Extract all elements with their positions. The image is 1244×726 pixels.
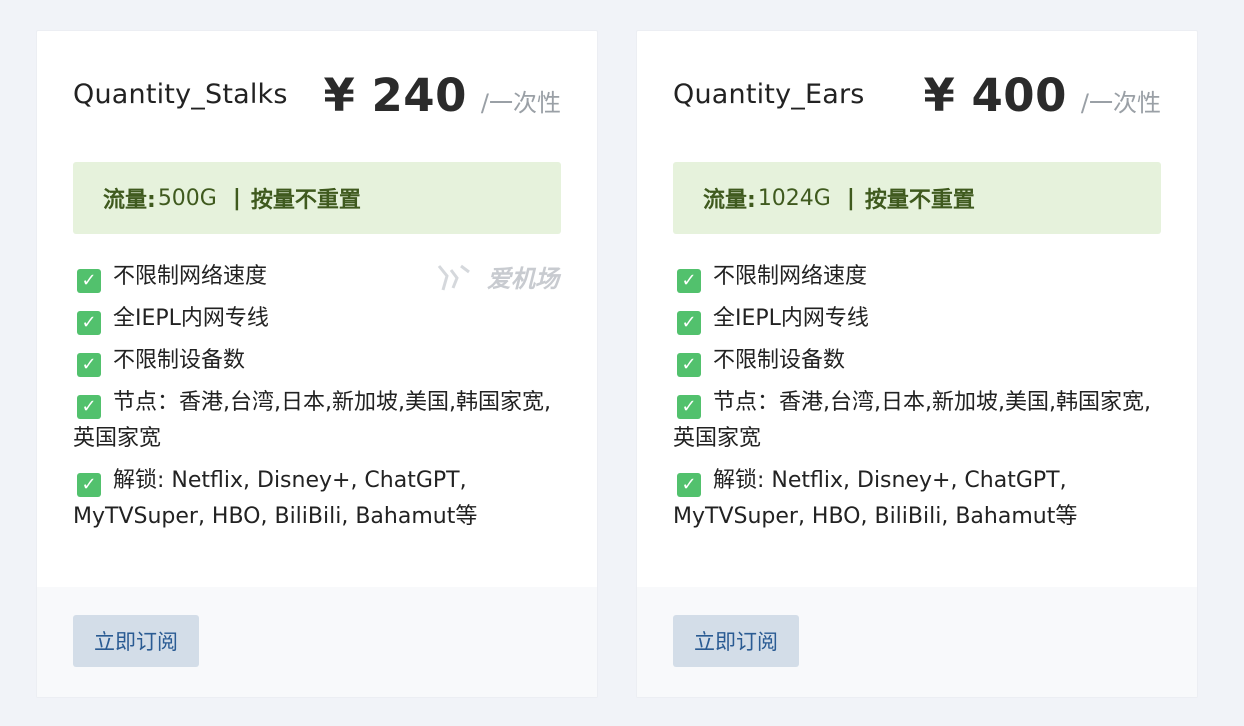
- plan-card-body: Quantity_Ears ¥ 400 /一次性 流量: 1024G | 按量不…: [637, 31, 1197, 589]
- price-block: ¥ 240 /一次性: [323, 69, 561, 122]
- subscribe-button[interactable]: 立即订阅: [673, 615, 799, 667]
- plan-name: Quantity_Stalks: [73, 79, 288, 110]
- traffic-banner: 流量: 500G | 按量不重置: [73, 162, 561, 234]
- feature-item: ✓ 全IEPL内网专线: [673, 301, 1161, 337]
- plan-card-ears: Quantity_Ears ¥ 400 /一次性 流量: 1024G | 按量不…: [636, 30, 1198, 698]
- traffic-label: 流量:: [103, 188, 156, 213]
- check-mark-icon: ✓: [677, 395, 701, 419]
- traffic-note: 按量不重置: [250, 188, 361, 213]
- feature-item: ✓ 节点：香港,台湾,日本,新加坡,美国,韩国家宽,英国家宽: [73, 385, 561, 457]
- feature-list: ✓ 不限制网络速度 ✓ 全IEPL内网专线 ✓ 不限制设备数 ✓ 节点：香港,台湾,日本…: [73, 259, 561, 541]
- plan-name: Quantity_Ears: [673, 79, 865, 110]
- feature-item: ✓ 不限制网络速度: [673, 259, 1161, 295]
- check-mark-icon: ✓: [77, 311, 101, 335]
- check-mark-icon: ✓: [677, 311, 701, 335]
- watermark-logo-icon: [437, 262, 471, 292]
- feature-item: ✓ 不限制设备数: [673, 343, 1161, 379]
- plan-card-footer: 立即订阅: [37, 587, 597, 697]
- feature-text: 全IEPL内网专线: [113, 306, 269, 331]
- plan-card-body: Quantity_Stalks ¥ 240 /一次性 流量: 500G | 按量…: [37, 31, 597, 589]
- watermark-text: 爱机场: [487, 265, 559, 293]
- watermark: 爱机场: [437, 259, 559, 294]
- feature-item: ✓ 全IEPL内网专线: [73, 301, 561, 337]
- traffic-note: 按量不重置: [864, 188, 975, 213]
- check-mark-icon: ✓: [677, 269, 701, 293]
- feature-text: 不限制设备数: [113, 348, 246, 373]
- check-mark-icon: ✓: [77, 395, 101, 419]
- traffic-amount: 500G: [157, 185, 217, 211]
- feature-text: 全IEPL内网专线: [713, 306, 869, 331]
- feature-text: 节点：香港,台湾,日本,新加坡,美国,韩国家宽,英国家宽: [73, 390, 551, 451]
- feature-text: 不限制网络速度: [113, 264, 268, 289]
- plan-card-footer: 立即订阅: [637, 587, 1197, 697]
- check-mark-icon: ✓: [77, 473, 101, 497]
- feature-item: ✓ 不限制设备数: [73, 343, 561, 379]
- traffic-amount: 1024G: [757, 185, 831, 211]
- feature-text: 不限制设备数: [713, 348, 846, 373]
- feature-text: 不限制网络速度: [713, 264, 868, 289]
- feature-text: 节点：香港,台湾,日本,新加坡,美国,韩国家宽,英国家宽: [673, 390, 1151, 451]
- check-mark-icon: ✓: [677, 353, 701, 377]
- traffic-separator: |: [232, 185, 241, 211]
- check-mark-icon: ✓: [677, 473, 701, 497]
- plan-price: ¥ 240: [323, 69, 467, 122]
- feature-list: ✓ 不限制网络速度 ✓ 全IEPL内网专线 ✓ 不限制设备数 ✓ 节点：香港,台湾,日本…: [673, 259, 1161, 541]
- plan-period: /一次性: [1080, 89, 1161, 117]
- feature-item: ✓ 节点：香港,台湾,日本,新加坡,美国,韩国家宽,英国家宽: [673, 385, 1161, 457]
- plan-period: /一次性: [480, 89, 561, 117]
- subscribe-button[interactable]: 立即订阅: [73, 615, 199, 667]
- check-mark-icon: ✓: [77, 353, 101, 377]
- traffic-banner: 流量: 1024G | 按量不重置: [673, 162, 1161, 234]
- feature-item: ✓ 解锁: Netflix, Disney+, ChatGPT, MyTVSupe…: [73, 463, 561, 535]
- feature-text: 解锁: Netflix, Disney+, ChatGPT, MyTVSuper…: [673, 468, 1078, 529]
- feature-text: 解锁: Netflix, Disney+, ChatGPT, MyTVSuper…: [73, 468, 478, 529]
- traffic-label: 流量:: [703, 188, 756, 213]
- traffic-separator: |: [846, 185, 855, 211]
- plan-card-stalks: Quantity_Stalks ¥ 240 /一次性 流量: 500G | 按量…: [36, 30, 598, 698]
- plan-price: ¥ 400: [923, 69, 1067, 122]
- feature-item: ✓ 解锁: Netflix, Disney+, ChatGPT, MyTVSupe…: [673, 463, 1161, 535]
- check-mark-icon: ✓: [77, 269, 101, 293]
- price-block: ¥ 400 /一次性: [923, 69, 1161, 122]
